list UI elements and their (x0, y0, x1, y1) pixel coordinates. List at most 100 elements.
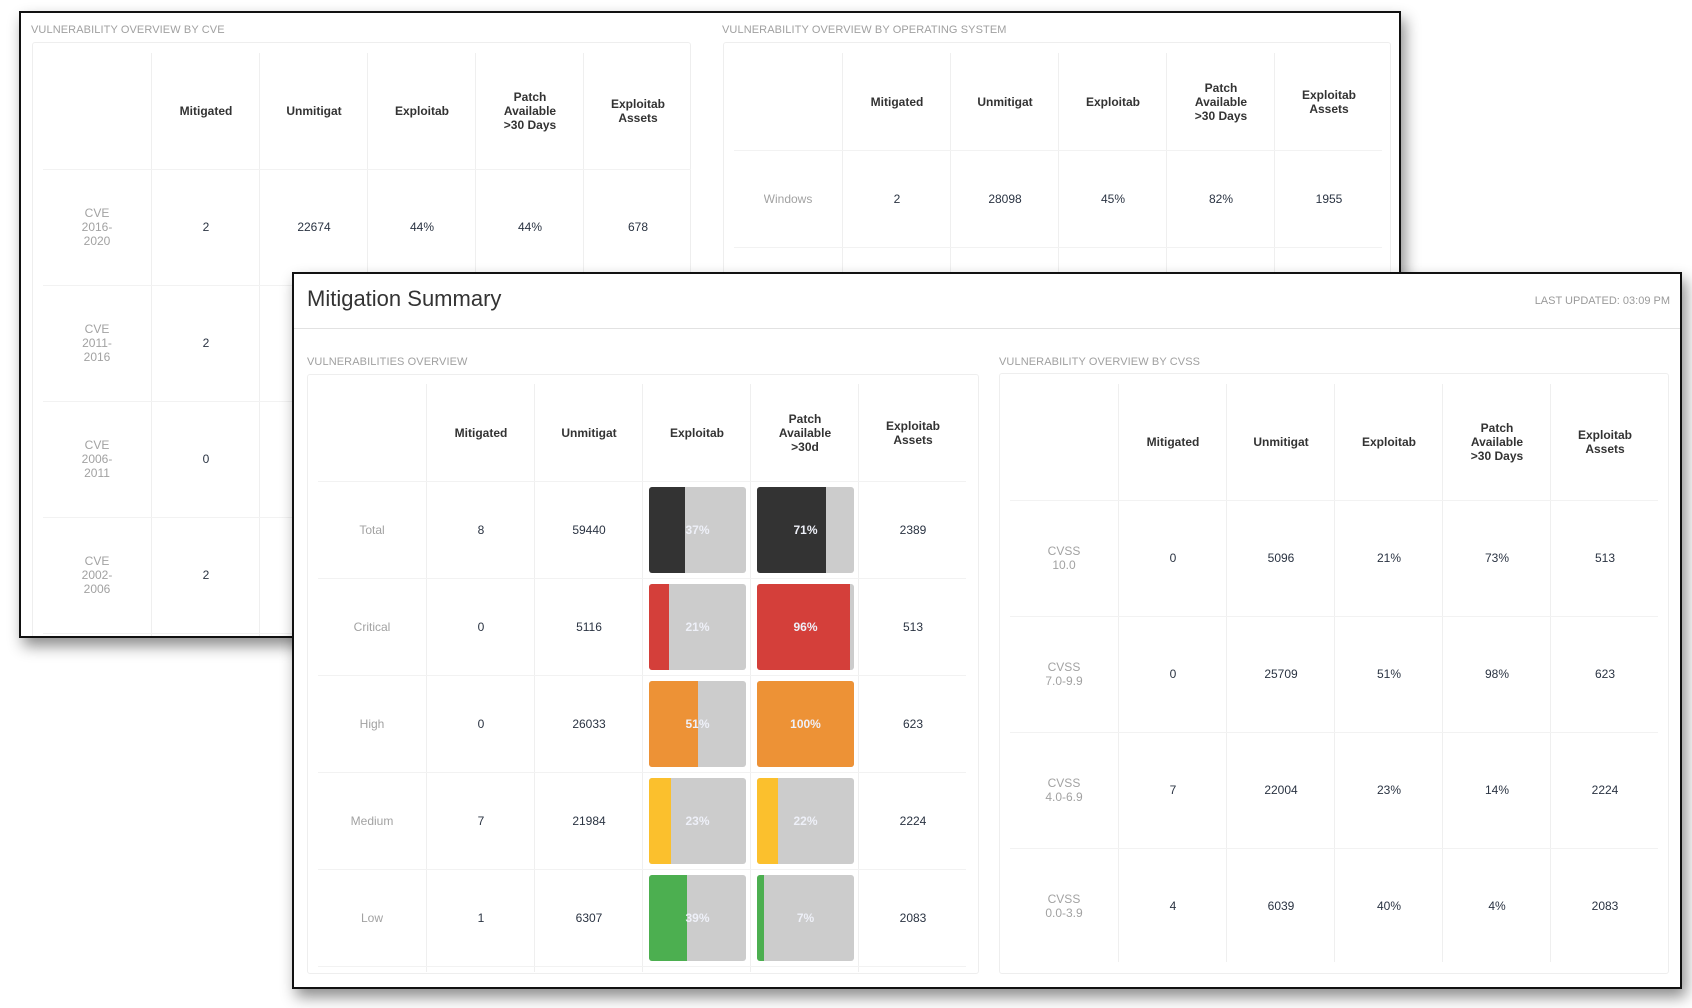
row-divider (318, 675, 966, 676)
cell-value: 2083 (1591, 899, 1619, 913)
column-header[interactable]: Patch Available >30 Days (1167, 53, 1275, 150)
column-mitigated: Mitigated 0 0 7 4 (1118, 384, 1226, 962)
column-assets: Exploitab Assets 2389 513 623 2224 2083 (858, 384, 966, 972)
cell-value: 14% (1484, 783, 1510, 797)
column-label: Total Critical High Medium Low (318, 384, 426, 972)
column-header-label: Exploitab Assets (1301, 87, 1356, 116)
row-label-text: CVE 2002-2006 (81, 554, 113, 596)
column-header[interactable]: Mitigated (843, 53, 951, 150)
cvss-table: CVSS 10.0 CVSS 7.0-9.9 CVSS 4.0-6.9 CVSS 0.… (999, 373, 1669, 974)
row-label: Low (318, 869, 426, 966)
cell-value: 4% (1488, 899, 1506, 913)
row-label: Total (318, 481, 426, 578)
column-header[interactable]: Exploitab (643, 384, 751, 481)
table-cell: 6039 (1227, 848, 1335, 964)
column-unmitigated: Unmitigat 5096 25709 22004 6039 (1226, 384, 1334, 962)
column-header[interactable]: Exploitab (1335, 384, 1443, 500)
table-cell: 623 (1551, 616, 1659, 732)
table-cell: 2083 (859, 869, 967, 966)
row-label-text: CVE 2016-2020 (81, 206, 113, 248)
exploitable-percent-label: 39% (685, 910, 710, 925)
column-header[interactable]: Exploitab Assets (584, 53, 692, 169)
column-header[interactable]: Exploitab (1059, 53, 1167, 150)
table-cell: 2 (152, 517, 260, 633)
table-cell: 98% (1443, 616, 1551, 732)
column-header[interactable]: Patch Available >30d (751, 384, 859, 481)
column-header[interactable]: Unmitigat (260, 53, 368, 169)
column-header-label: Patch Available >30 Days (503, 90, 557, 132)
row-label: Windows (734, 150, 842, 247)
patch-percent-label: 100% (790, 716, 821, 731)
cell-value: 26033 (572, 716, 606, 731)
table-cell: 7 (427, 772, 535, 869)
column-header[interactable]: Exploitab Assets (859, 384, 967, 481)
cell-value: 5116 (576, 619, 602, 634)
table-cell: 21% (1335, 500, 1443, 616)
row-divider (1010, 500, 1658, 501)
cell-value: 2224 (899, 813, 927, 828)
patch-percent-label: 71% (793, 522, 818, 537)
row-label: CVE 2016-2020 (43, 169, 151, 285)
exploitable-percent-label: 37% (685, 522, 710, 537)
cell-value: 82% (1208, 191, 1234, 206)
cell-value: 44% (409, 220, 435, 234)
column-exploitable: Exploitab 21% 51% 23% 40% (1334, 384, 1442, 962)
column-header[interactable] (734, 53, 842, 150)
vuln-grid: Total Critical High Medium Low Mitigated 8 0 0 7 1… (318, 384, 966, 972)
column-header[interactable]: Unmitigat (535, 384, 643, 481)
column-header[interactable]: Unmitigat (951, 53, 1059, 150)
column-header[interactable] (43, 53, 151, 169)
row-label-text: CVSS 0.0-3.9 (1045, 892, 1083, 920)
cell-value: 5096 (1267, 551, 1295, 565)
column-header[interactable] (318, 384, 426, 481)
column-header[interactable]: Exploitab (368, 53, 476, 169)
cell-value: 6307 (575, 910, 603, 925)
cell-value: 28098 (988, 191, 1022, 206)
table-cell: 2389 (859, 481, 967, 578)
row-label: Medium (318, 772, 426, 869)
column-header[interactable]: Patch Available >30 Days (476, 53, 584, 169)
table-cell: 8 (427, 481, 535, 578)
table-cell: 0 (1119, 616, 1227, 732)
cell-value: 2224 (1591, 783, 1619, 797)
cvss-grid: CVSS 10.0 CVSS 7.0-9.9 CVSS 4.0-6.9 CVSS 0.… (1010, 384, 1658, 964)
cell-value: 44% (517, 220, 543, 234)
row-divider (318, 481, 966, 482)
table-cell: 44% (476, 169, 584, 285)
patch-progress-bar: 71% (757, 486, 854, 573)
column-header[interactable]: Unmitigat (1227, 384, 1335, 500)
cell-value: 45% (1100, 191, 1126, 206)
vuln-table: Total Critical High Medium Low Mitigated 8 0 0 7 1… (307, 374, 979, 974)
table-cell: 22004 (1227, 732, 1335, 848)
exploitable-percent-label: 23% (685, 813, 710, 828)
cell-value: 513 (1594, 551, 1616, 565)
table-cell: 73% (1443, 500, 1551, 616)
column-header-label: Exploitab Assets (885, 418, 940, 447)
table-cell: 4% (1443, 848, 1551, 964)
cell-value: 0 (202, 452, 210, 466)
row-label-text: CVE 2006-2011 (81, 438, 113, 480)
page-title: Mitigation Summary (307, 286, 502, 311)
patch-progress-bar: 22% (757, 777, 854, 864)
row-label-text: High (359, 716, 385, 731)
table-cell: 22% (751, 772, 859, 869)
vuln-section-label: VULNERABILITIES OVERVIEW (307, 356, 468, 368)
table-cell: 21984 (535, 772, 643, 869)
column-header-label: Exploitab (394, 104, 449, 118)
column-header[interactable] (1010, 384, 1118, 500)
column-header[interactable]: Mitigated (1119, 384, 1227, 500)
column-header[interactable]: Exploitab Assets (1275, 53, 1383, 150)
column-label: CVSS 10.0 CVSS 7.0-9.9 CVSS 4.0-6.9 CVSS 0.… (1010, 384, 1118, 962)
table-cell: 23% (643, 772, 751, 869)
cell-value: 6039 (1267, 899, 1295, 913)
column-header[interactable]: Mitigated (152, 53, 260, 169)
column-patch: Patch Available >30d 71% 96% 100% 22% 7% (750, 384, 858, 972)
row-divider (734, 247, 1382, 248)
column-header[interactable]: Patch Available >30 Days (1443, 384, 1551, 500)
exploitable-percent-label: 21% (685, 619, 710, 634)
column-header-label: Mitigated (1146, 435, 1200, 449)
row-divider (1010, 848, 1658, 849)
column-header[interactable]: Exploitab Assets (1551, 384, 1659, 500)
cell-value: 2 (202, 220, 210, 234)
column-header[interactable]: Mitigated (427, 384, 535, 481)
